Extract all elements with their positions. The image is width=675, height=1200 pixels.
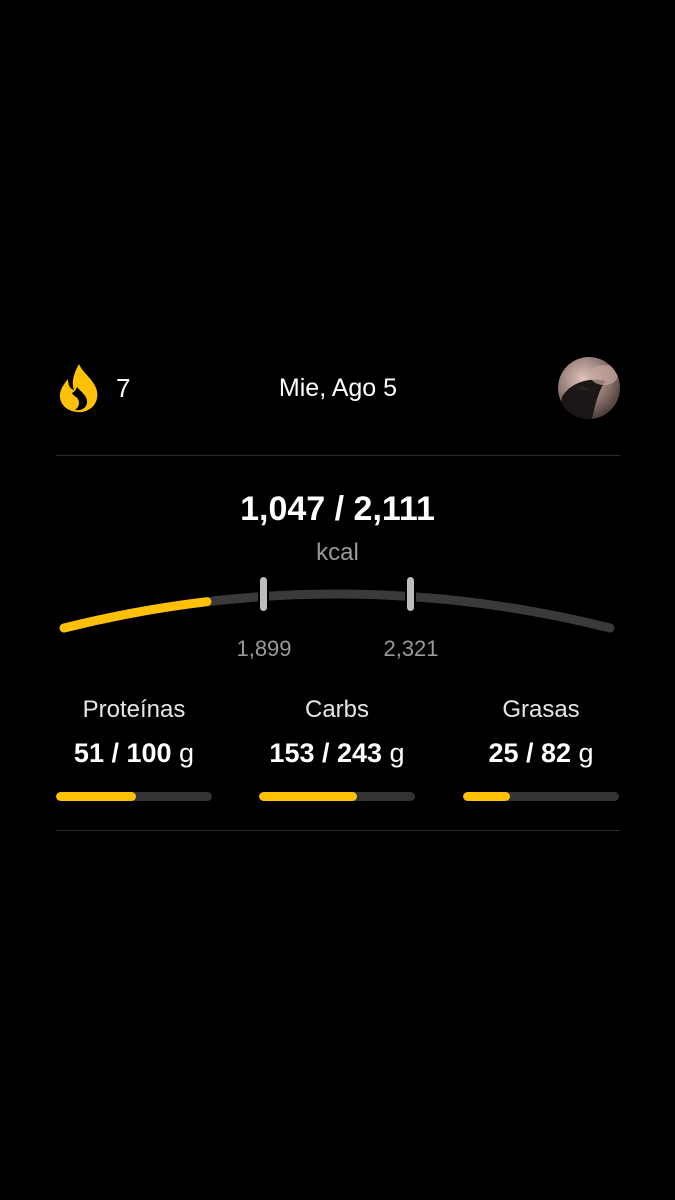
macro-amount: 153 / 243 xyxy=(269,738,383,768)
macro-progress-fill xyxy=(56,792,136,801)
gauge-progress xyxy=(59,597,212,633)
current-date: Mie, Ago 5 xyxy=(278,374,398,402)
macro-label: Carbs xyxy=(304,696,370,723)
gauge-range-high-label: 2,321 xyxy=(383,636,439,661)
divider-bottom xyxy=(56,830,620,831)
macro-progress-fill xyxy=(463,792,510,801)
macro-value: 51 / 100 g xyxy=(56,736,212,770)
macro-amount: 25 / 82 xyxy=(488,738,572,768)
profile-avatar[interactable] xyxy=(558,357,620,419)
avatar-image xyxy=(558,357,620,419)
macro-label: Grasas xyxy=(502,696,580,723)
macro-fat: Grasas 25 / 82 g xyxy=(463,694,619,801)
flame-icon xyxy=(59,364,98,413)
macro-progress-bar xyxy=(463,792,619,801)
calorie-gauge xyxy=(59,575,615,633)
calories-summary: 1,047 / 2,111 xyxy=(240,490,435,528)
macro-progress-bar xyxy=(259,792,415,801)
gauge-range-low-label: 1,899 xyxy=(236,636,292,661)
gauge-marker-high xyxy=(407,577,414,611)
macro-unit: g xyxy=(389,738,405,768)
macro-carbs: Carbs 153 / 243 g xyxy=(259,694,415,801)
macro-progress-bar xyxy=(56,792,212,801)
header: 7 Mie, Ago 5 xyxy=(56,355,620,421)
gauge-marker-low xyxy=(260,577,267,611)
streak-count: 7 xyxy=(116,372,131,403)
macro-unit: g xyxy=(179,738,195,768)
streak-indicator[interactable]: 7 xyxy=(56,355,130,421)
macro-protein: Proteínas 51 / 100 g xyxy=(56,694,212,801)
divider-top xyxy=(56,455,620,456)
macro-value: 153 / 243 g xyxy=(259,736,415,770)
macro-unit: g xyxy=(578,738,594,768)
macro-value: 25 / 82 g xyxy=(463,736,619,770)
macro-amount: 51 / 100 xyxy=(73,738,172,768)
macro-label: Proteínas xyxy=(82,696,186,723)
macro-progress-fill xyxy=(259,792,358,801)
